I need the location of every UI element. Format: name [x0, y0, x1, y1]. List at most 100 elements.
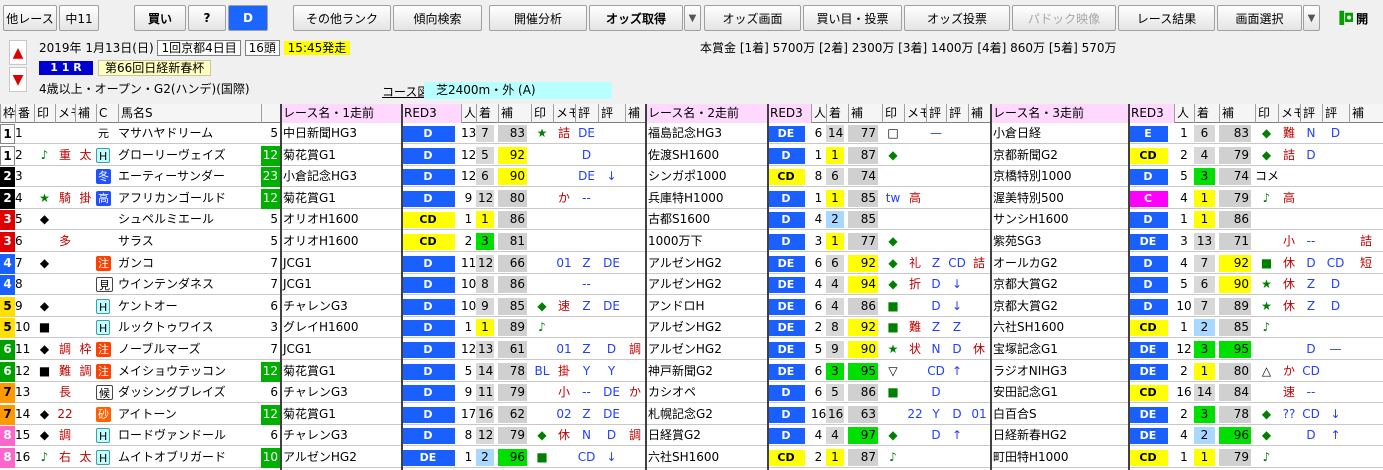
cell-r1[interactable]: JCG1	[280, 340, 401, 360]
cell-r1[interactable]: JCG1	[280, 254, 401, 274]
header-name[interactable]: 馬名S	[118, 104, 261, 123]
cell-r2[interactable]: 神戸新聞G2	[645, 362, 767, 382]
cell-r2[interactable]: 兵庫特H1000	[645, 189, 767, 209]
cell-r3[interactable]: オールカG2	[990, 254, 1128, 274]
cell-r2[interactable]: アルゼンHG2	[645, 254, 767, 274]
prev-race-arrow-icon[interactable]: ▲	[9, 40, 27, 65]
cell-r1[interactable]: チャレンG3	[280, 426, 401, 446]
cell-r2[interactable]: カシオペ	[645, 383, 767, 403]
header-p2[interactable]: 人	[811, 104, 826, 123]
header-rd3[interactable]: RED3	[1128, 104, 1174, 123]
odds-screen-button[interactable]: オッズ画面	[704, 5, 801, 31]
cell-r2[interactable]: 福島記念HG3	[645, 124, 767, 144]
cell-r1[interactable]: オリオH1600	[280, 210, 401, 230]
cell-r3[interactable]: 京都新聞G2	[990, 146, 1128, 166]
cell-r2[interactable]: アルゼンHG2	[645, 318, 767, 338]
cell-name[interactable]: ウインテンダネス	[118, 275, 261, 295]
cell-r2[interactable]: アルゼンHG2	[645, 275, 767, 295]
header-rd2[interactable]: RED3	[767, 104, 811, 123]
other-rank-button[interactable]: その他ランク	[293, 5, 391, 31]
cell-r2[interactable]: シンガポ1000	[645, 167, 767, 187]
header-hb2[interactable]: 補	[968, 104, 990, 123]
cell-name[interactable]: ロードヴァンドール	[118, 426, 261, 446]
screen-select-button[interactable]: 画面選択	[1217, 5, 1302, 31]
cell-r2[interactable]: アルゼンHG2	[645, 340, 767, 360]
cell-r3[interactable]: 京都大賞G2	[990, 297, 1128, 317]
header-e1b[interactable]: 評	[598, 104, 625, 123]
header-m1[interactable]: 印	[531, 104, 553, 123]
cell-r3[interactable]: 安田記念G1	[990, 383, 1128, 403]
help-button[interactable]: ?	[188, 5, 226, 31]
header-e3[interactable]: 評	[1300, 104, 1322, 123]
cell-r2[interactable]: アンドロH	[645, 297, 767, 317]
horse-row[interactable]: 1 2 ♪ 重太 H グローリーヴェイズ 12 菊花賞G1 D 12 5 92 D 佐渡SH1600 D 1 1…	[0, 145, 1383, 166]
header-h3[interactable]: 補	[1219, 104, 1255, 123]
header-r1[interactable]: レース名・1走前	[280, 104, 401, 123]
cell-name[interactable]: シュペルミエール	[118, 210, 261, 230]
cell-name[interactable]: ノーブルマーズ	[118, 340, 261, 360]
cell-r2[interactable]: 古都S1600	[645, 210, 767, 230]
cell-r1[interactable]: チャレンG3	[280, 383, 401, 403]
race-select-button[interactable]: 中11	[59, 5, 99, 31]
cell-r1[interactable]: チャレンG3	[280, 297, 401, 317]
header-c[interactable]: C	[96, 104, 118, 123]
horse-row[interactable]: 8 15 ◆ 調 H ロードヴァンドール 6 チャレンG3 D 8 12 79 ◆ 休 N D 調日経賞G2 D 4…	[0, 426, 1383, 447]
cell-r1[interactable]: 菊花賞G1	[280, 362, 401, 382]
horse-row[interactable]: 3 6 多サラス 5 オリオH1600 CD 2 3 81 1000万下 D 3 1 77 ◆ 紫苑SG3 DE…	[0, 232, 1383, 252]
get-odds-button[interactable]: オッズ取得	[589, 5, 683, 31]
horse-row[interactable]: 7 14 ◆ 22 砂アイトーン 12 菊花賞G1 D 17 16 62 02 Z DE 札幌記念G2 D 16…	[0, 404, 1383, 425]
cell-r1[interactable]: 小倉記念HG3	[280, 167, 401, 187]
cell-r3[interactable]: 紫苑SG3	[990, 232, 1128, 252]
horse-row[interactable]: 2 4 ★ 騎掛高アフリカンゴールド 12 菊花賞G1 D 9 12 80 か -- 兵庫特H1000 D…	[0, 188, 1383, 209]
mark-d-button[interactable]: D	[228, 5, 268, 31]
cell-name[interactable]: アイトーン	[118, 405, 261, 425]
header-r2[interactable]: レース名・2走前	[645, 104, 767, 123]
race-result-button[interactable]: レース結果	[1118, 5, 1215, 31]
header-hb1[interactable]: 補	[625, 104, 645, 123]
cell-r3[interactable]: 京都大賞G2	[990, 275, 1128, 295]
horse-row[interactable]: 4 8 見ウインテンダネス 7 JCG1 D 10 8 86 -- アルゼンHG2 DE 4 4 94 ◆ 折 D…	[0, 275, 1383, 296]
horse-row[interactable]: 5 9 ◆ H ケントオー 6 チャレンG3 D 10 9 85 ◆ 速 Z DE アンドロH DE 6 4 86 ■ D…	[0, 296, 1383, 317]
cell-r2[interactable]: 佐渡SH1600	[645, 146, 767, 166]
cell-name[interactable]: グローリーヴェイズ	[118, 146, 261, 166]
course-map-link[interactable]: コース図	[382, 83, 429, 100]
cell-name[interactable]: メイショウテッコン	[118, 362, 261, 382]
horse-row[interactable]: 6 12 ■ 難調注メイショウテッコン 12 菊花賞G1 D 5 14 78 BL 掛 Y Y 神戸新聞G2…	[0, 361, 1383, 382]
cell-r3[interactable]: 渥美特別500	[990, 189, 1128, 209]
cell-r3[interactable]: サンシH1600	[990, 210, 1128, 230]
header-h1[interactable]: 補	[498, 104, 531, 123]
cell-r2[interactable]: 札幌記念G2	[645, 405, 767, 425]
cell-r3[interactable]: 町田特H1000	[990, 448, 1128, 468]
cell-r3[interactable]: 六社SH1600	[990, 318, 1128, 338]
header-iv[interactable]	[261, 104, 280, 123]
cell-name[interactable]: ガンコ	[118, 254, 261, 274]
header-m2[interactable]: 印	[882, 104, 904, 123]
horse-row[interactable]: 5 10 ■ H ルックトゥワイス 3 グレイH1600 D 1 1 89 ♪ アルゼンHG2 DE 2 8 9…	[0, 318, 1383, 339]
cell-r1[interactable]: 菊花賞G1	[280, 146, 401, 166]
header-ho[interactable]: 補	[75, 104, 96, 123]
paddock-video-button[interactable]: パドック映像	[1012, 5, 1116, 31]
cell-r1[interactable]: 菊花賞G1	[280, 189, 401, 209]
header-p3[interactable]: 人	[1174, 104, 1194, 123]
horse-row[interactable]: 6 11 ◆ 調枠注ノーブルマーズ 7 JCG1 D 12 13 61 01 Z D 調アルゼンHG2 DE…	[0, 340, 1383, 360]
header-ch3[interactable]: 着	[1194, 104, 1219, 123]
header-me2[interactable]: メモ	[904, 104, 926, 123]
header-m3[interactable]: 印	[1255, 104, 1278, 123]
screen-select-dropdown-icon[interactable]: ▼	[1303, 5, 1320, 31]
cell-name[interactable]: ケントオー	[118, 297, 261, 317]
header-e1[interactable]: 評	[575, 104, 598, 123]
buy-vote-button[interactable]: 買い目・投票	[803, 5, 902, 31]
cell-name[interactable]: ダッシングブレイズ	[118, 383, 261, 403]
cell-r2[interactable]: 六社SH1600	[645, 448, 767, 468]
cell-r3[interactable]: ラジオNIHG3	[990, 362, 1128, 382]
cell-r1[interactable]: JCG1	[280, 275, 401, 295]
horse-row[interactable]: 7 13 長候ダッシングブレイズ 6 チャレンG3 D 9 11 79 小 -- DE かカシオペ D 6 5…	[0, 383, 1383, 404]
other-race-button[interactable]: 他レース	[3, 5, 57, 31]
cell-r1[interactable]: 菊花賞G1	[280, 405, 401, 425]
odds-vote-button[interactable]: オッズ投票	[904, 5, 1010, 31]
open-button[interactable]: ▐◘ 開	[1323, 5, 1380, 31]
horse-row[interactable]: 3 5 ◆ シュペルミエール 5 オリオH1600 CD 1 1 86 古都S1600 D 4 2 85 サン…	[0, 210, 1383, 231]
cell-name[interactable]: サラス	[118, 232, 261, 252]
cell-name[interactable]: マサハヤドリーム	[118, 124, 261, 144]
cell-r1[interactable]: 中日新聞HG3	[280, 124, 401, 144]
